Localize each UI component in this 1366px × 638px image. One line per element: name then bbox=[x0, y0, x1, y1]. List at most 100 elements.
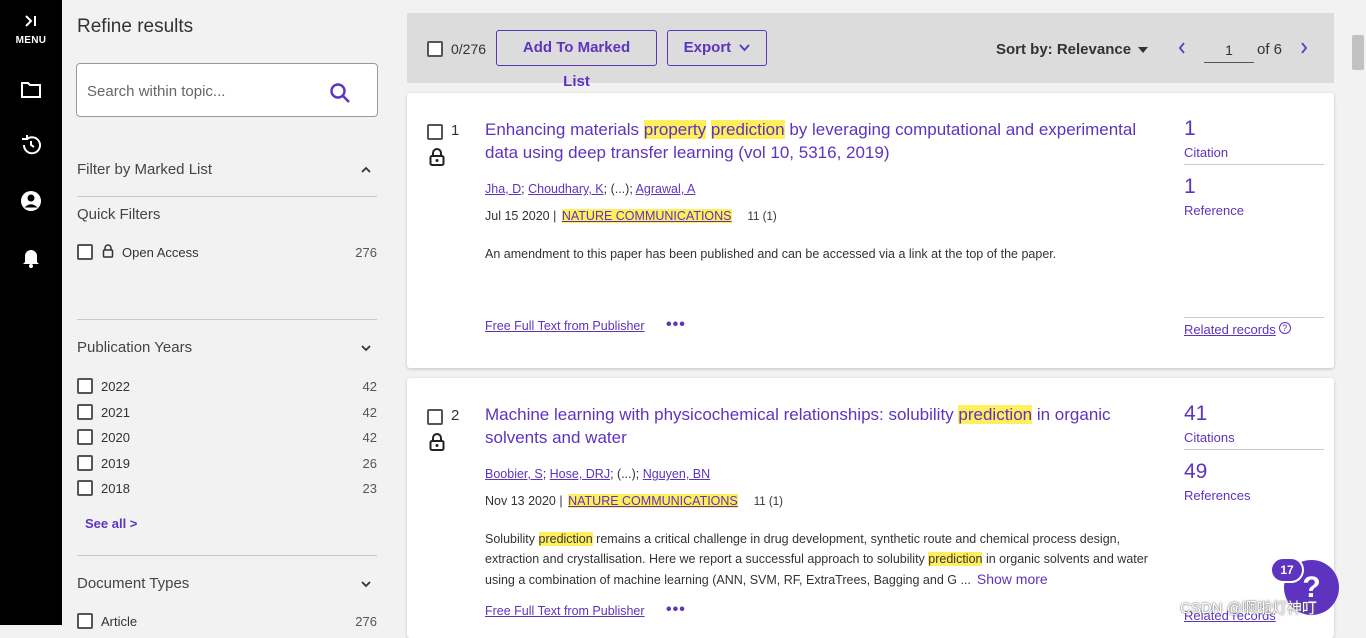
folder-icon[interactable] bbox=[19, 78, 43, 102]
year-checkbox[interactable] bbox=[77, 455, 93, 471]
title-text: Machine learning with physicochemical re… bbox=[485, 405, 959, 424]
divider bbox=[1184, 317, 1324, 318]
year-filter-row[interactable]: 2019 26 bbox=[77, 455, 377, 473]
doc-type-filter-row[interactable]: Article 276 bbox=[77, 613, 377, 631]
title-highlight: prediction bbox=[958, 405, 1033, 424]
next-page-icon[interactable] bbox=[1299, 41, 1309, 55]
history-icon[interactable] bbox=[19, 133, 43, 157]
volume: 11 (1) bbox=[753, 496, 783, 508]
sort-dropdown[interactable]: Sort by: Relevance bbox=[996, 41, 1149, 58]
menu-button[interactable]: MENU bbox=[0, 14, 62, 46]
result-title-link[interactable]: Enhancing materials property prediction … bbox=[485, 118, 1155, 164]
year-filter-row[interactable]: 2021 42 bbox=[77, 404, 377, 422]
references-label[interactable]: Reference bbox=[1184, 203, 1244, 218]
document-types-header[interactable]: Document Types bbox=[77, 575, 377, 592]
publication-meta: Jul 15 2020 | NATURE COMMUNICATIONS 11 (1… bbox=[485, 209, 777, 223]
volume: 11 (1) bbox=[747, 211, 777, 223]
add-to-marked-list-button[interactable]: Add To Marked List bbox=[496, 30, 657, 90]
year-filter-row[interactable]: 2018 23 bbox=[77, 480, 377, 498]
year-checkbox[interactable] bbox=[77, 404, 93, 420]
authors-ellipsis: (...) bbox=[610, 182, 630, 196]
scrollbar-thumb[interactable] bbox=[1352, 35, 1364, 70]
divider bbox=[77, 555, 377, 556]
filter-marked-list-label: Filter by Marked List bbox=[77, 161, 213, 178]
menu-label: MENU bbox=[15, 35, 47, 46]
year-count: 26 bbox=[362, 456, 377, 471]
filter-marked-list-header[interactable]: Filter by Marked List bbox=[77, 161, 377, 178]
prev-page-icon[interactable] bbox=[1177, 41, 1187, 55]
divider bbox=[77, 319, 377, 320]
more-options-icon[interactable]: ••• bbox=[666, 601, 686, 619]
more-options-icon[interactable]: ••• bbox=[666, 316, 686, 334]
year-label: 2022 bbox=[101, 379, 130, 394]
citations-label[interactable]: Citation bbox=[1184, 145, 1228, 160]
result-card: 1 Enhancing materials property predictio… bbox=[407, 93, 1334, 368]
result-number: 2 bbox=[451, 407, 460, 424]
author-link[interactable]: Choudhary, K bbox=[528, 182, 604, 196]
author-link[interactable]: Agrawal, A bbox=[636, 182, 696, 196]
related-records-link[interactable]: Related records? bbox=[1184, 322, 1291, 337]
search-icon[interactable] bbox=[329, 82, 351, 104]
citations-count[interactable]: 41 bbox=[1184, 402, 1207, 426]
author-link[interactable]: Jha, D bbox=[485, 182, 521, 196]
author-link[interactable]: Hose, DRJ bbox=[550, 467, 610, 481]
journal-link[interactable]: NATURE COMMUNICATIONS bbox=[561, 209, 732, 223]
page-number-input[interactable] bbox=[1204, 37, 1254, 63]
result-checkbox[interactable] bbox=[427, 409, 443, 425]
references-label[interactable]: References bbox=[1184, 488, 1250, 503]
export-button[interactable]: Export bbox=[667, 30, 767, 66]
chevron-down-icon bbox=[739, 44, 751, 52]
chevron-down-icon bbox=[361, 581, 371, 588]
help-icon[interactable]: ? bbox=[1278, 322, 1291, 334]
results-toolbar: 0/276 Add To Marked List Export Sort by:… bbox=[407, 13, 1334, 90]
lock-icon bbox=[429, 148, 445, 166]
show-more-link[interactable]: Show more bbox=[977, 571, 1048, 587]
nav-rail: MENU bbox=[0, 0, 62, 625]
page-total: of 6 bbox=[1257, 41, 1283, 58]
open-access-label: Open Access bbox=[122, 245, 199, 260]
abstract-highlight: prediction bbox=[928, 552, 983, 566]
year-filter-row[interactable]: 2022 42 bbox=[77, 378, 377, 396]
publication-years-header[interactable]: Publication Years bbox=[77, 339, 377, 356]
expand-menu-icon bbox=[0, 14, 62, 31]
year-count: 42 bbox=[362, 405, 377, 420]
search-input[interactable] bbox=[87, 78, 322, 104]
authors: Jha, D; Choudhary, K; (...); Agrawal, A bbox=[485, 182, 696, 196]
see-all-years-link[interactable]: See all > bbox=[85, 516, 137, 531]
year-checkbox[interactable] bbox=[77, 480, 93, 496]
result-checkbox[interactable] bbox=[427, 124, 443, 140]
scrollbar-track[interactable] bbox=[1349, 0, 1366, 625]
caret-down-icon bbox=[1138, 47, 1149, 53]
author-link[interactable]: Boobier, S bbox=[485, 467, 543, 481]
bell-icon[interactable] bbox=[19, 245, 43, 269]
year-label: 2020 bbox=[101, 430, 130, 445]
citations-count[interactable]: 1 bbox=[1184, 117, 1196, 141]
quick-filters-label: Quick Filters bbox=[77, 206, 161, 223]
chevron-up-icon bbox=[361, 166, 371, 173]
search-within-topic[interactable] bbox=[76, 63, 378, 117]
open-access-checkbox[interactable] bbox=[77, 244, 93, 260]
abstract: Solubility prediction remains a critical… bbox=[485, 529, 1165, 590]
account-icon[interactable] bbox=[19, 189, 43, 213]
journal-link[interactable]: NATURE COMMUNICATIONS bbox=[568, 494, 738, 508]
doc-type-checkbox[interactable] bbox=[77, 613, 93, 629]
divider bbox=[1184, 164, 1324, 165]
references-count[interactable]: 1 bbox=[1184, 175, 1196, 199]
year-filter-row[interactable]: 2020 42 bbox=[77, 429, 377, 447]
open-access-filter[interactable]: Open Access 276 bbox=[77, 244, 377, 262]
authors-ellipsis: (...) bbox=[617, 467, 636, 481]
divider bbox=[77, 196, 377, 197]
citations-label[interactable]: Citations bbox=[1184, 430, 1235, 445]
year-checkbox[interactable] bbox=[77, 429, 93, 445]
author-link[interactable]: Nguyen, BN bbox=[643, 467, 710, 481]
abstract: An amendment to this paper has been publ… bbox=[485, 247, 1057, 261]
free-full-text-link[interactable]: Free Full Text from Publisher bbox=[485, 319, 645, 333]
select-all-checkbox[interactable] bbox=[427, 41, 443, 57]
year-label: 2018 bbox=[101, 481, 130, 496]
help-badge: 17 bbox=[1270, 557, 1304, 583]
references-count[interactable]: 49 bbox=[1184, 460, 1207, 484]
result-title-link[interactable]: Machine learning with physicochemical re… bbox=[485, 403, 1155, 449]
publication-years-label: Publication Years bbox=[77, 339, 193, 356]
free-full-text-link[interactable]: Free Full Text from Publisher bbox=[485, 604, 645, 618]
year-checkbox[interactable] bbox=[77, 378, 93, 394]
